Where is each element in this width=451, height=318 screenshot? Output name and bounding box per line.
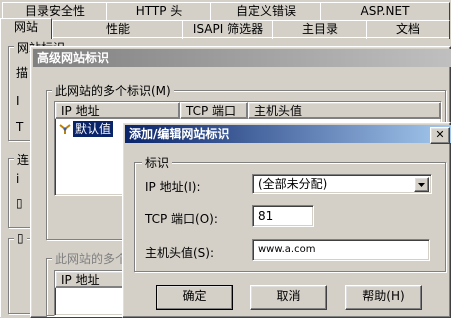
ip-label-fragment: I (16, 94, 20, 108)
tcp-port-value: 81 (258, 209, 274, 223)
ok-button[interactable]: 确定 (156, 285, 233, 310)
tab-http-headers[interactable]: HTTP 头 (106, 2, 212, 21)
ip-address-select[interactable]: (全部未分配) (252, 174, 432, 194)
column-tcp-port[interactable]: TCP 端口 (180, 102, 248, 119)
identity-icon (59, 123, 71, 135)
ssl-identities-title: 此网站的多个 (52, 250, 131, 267)
tcp-label-fragment: T (16, 120, 24, 134)
host-header-input[interactable]: www.a.com (252, 239, 430, 261)
host-header-label: 主机头值(S): (145, 246, 215, 260)
connections-fragment-1: i (16, 172, 20, 186)
cancel-button[interactable]: 取消 (250, 285, 327, 310)
tab-custom-errors[interactable]: 自定义错误 (210, 2, 322, 21)
connections-fragment-2: ▯ (16, 196, 23, 210)
ip-address-label: IP 地址(I): (145, 180, 201, 194)
dropdown-button[interactable] (414, 177, 429, 192)
host-header-value: www.a.com (258, 244, 316, 255)
dropdown-arrow-icon (418, 183, 425, 187)
close-button[interactable]: ✕ (430, 127, 450, 144)
help-button[interactable]: 帮助(H) (345, 285, 422, 310)
column-ip-address[interactable]: IP 地址 (55, 102, 180, 119)
identity-group-title: 标识 (142, 154, 173, 171)
column-host-header[interactable]: 主机头值 (248, 102, 441, 119)
logging-title: ▯ (14, 231, 27, 245)
close-icon: ✕ (435, 128, 445, 141)
tab-website[interactable]: 网站 (0, 18, 52, 39)
tcp-port-label: TCP 端口(O): (145, 212, 218, 226)
identity-ip-cell: 默认值 (73, 121, 114, 137)
tcp-port-input[interactable]: 81 (252, 205, 314, 227)
advanced-dialog-titlebar[interactable]: 高级网站标识 (33, 49, 451, 67)
multiple-identities-title: 此网站的多个标识(M) (52, 82, 174, 99)
ip-address-value: (全部未分配) (258, 177, 328, 191)
tab-aspnet[interactable]: ASP.NET (320, 2, 450, 21)
description-label-fragment: 描 (16, 66, 29, 80)
edit-dialog-titlebar[interactable]: 添加/编辑网站标识 (125, 125, 451, 143)
